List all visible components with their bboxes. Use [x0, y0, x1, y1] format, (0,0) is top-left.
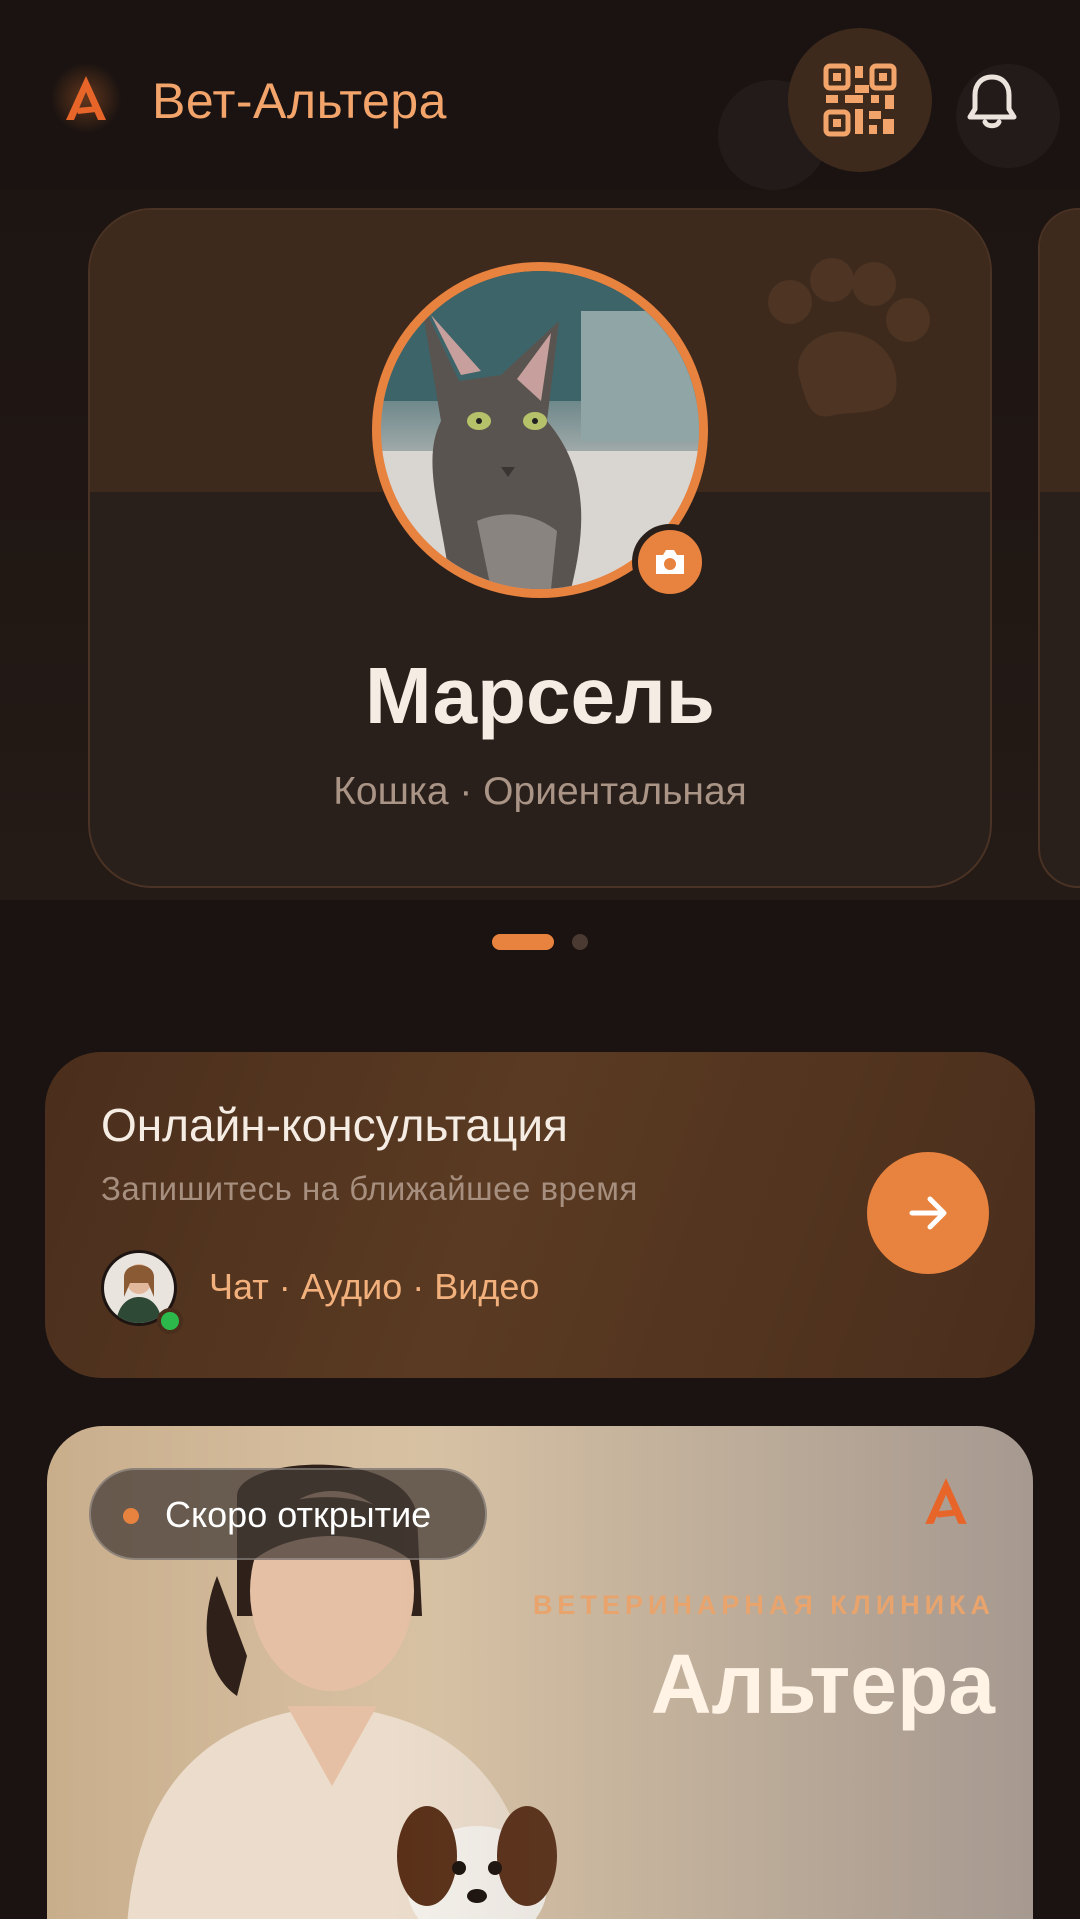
notifications-button[interactable] — [956, 64, 1028, 136]
coming-soon-badge: Скоро открытие — [89, 1468, 487, 1560]
clinic-kicker: ВЕТЕРИНАРНАЯ КЛИНИКА — [532, 1590, 995, 1620]
consultation-title: Онлайн-консультация — [101, 1099, 568, 1151]
camera-icon — [656, 550, 684, 574]
change-photo-button[interactable] — [632, 524, 708, 600]
bell-icon — [967, 74, 1017, 129]
coming-soon-label: Скоро открытие — [165, 1494, 432, 1535]
pet-name: Марсель — [365, 651, 715, 740]
pet-species-breed: Кошка · Ориентальная — [333, 770, 747, 813]
clinic-banner[interactable]: Скоро открытие ВЕТЕРИНАРНАЯ КЛИНИКА Альт… — [47, 1426, 1033, 1919]
qr-code-button[interactable] — [788, 28, 932, 172]
app-header: Вет-Альтера — [0, 0, 1080, 200]
badge-dot — [123, 1508, 139, 1524]
online-consultation-card[interactable]: Онлайн-консультация Запишитесь на ближай… — [45, 1052, 1035, 1378]
next-pet-card-header — [1040, 210, 1080, 492]
app-title: Вет-Альтера — [152, 73, 447, 129]
arrow-right-icon — [909, 1196, 947, 1230]
pagination-dot-active[interactable] — [492, 934, 554, 950]
open-consultation-button[interactable] — [867, 1152, 989, 1274]
pagination-dot[interactable] — [572, 934, 588, 950]
next-pet-card[interactable] — [1038, 208, 1080, 888]
altera-logo-icon — [925, 1478, 967, 1524]
online-status-indicator — [157, 1308, 183, 1334]
consultation-subtitle: Запишитесь на ближайшее время — [101, 1170, 638, 1207]
clinic-name: Альтера — [650, 1637, 995, 1731]
qr-code-icon — [823, 63, 897, 137]
paw-icon — [768, 258, 930, 417]
altera-logo-icon — [50, 62, 122, 134]
carousel-pagination — [0, 932, 1080, 952]
consultation-modes: Чат · Аудио · Видео — [209, 1266, 540, 1307]
